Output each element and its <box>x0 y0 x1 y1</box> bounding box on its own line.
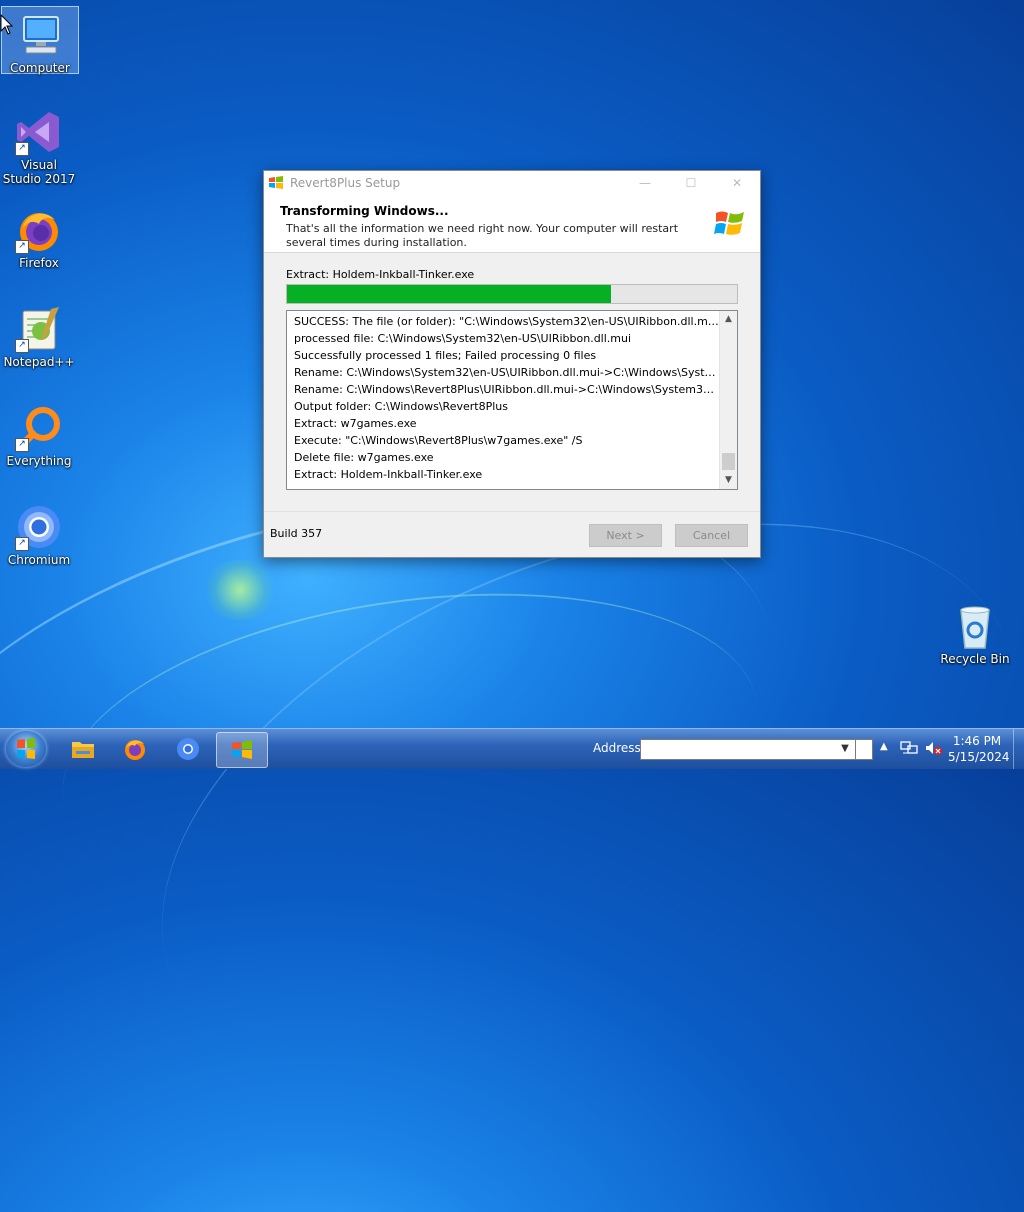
desktop-icon-visual-studio[interactable]: ↗ Visual Studio 2017 <box>1 104 77 186</box>
scroll-down-icon[interactable]: ▼ <box>720 472 737 489</box>
log-line: Execute: "C:\Windows\Revert8Plus\w7games… <box>294 434 583 447</box>
desktop-icon-label: Everything <box>6 454 72 468</box>
taskbar-setup-window[interactable] <box>216 732 268 768</box>
close-button[interactable]: ✕ <box>714 176 760 190</box>
notepad-plus-plus-icon: ↗ <box>15 305 63 353</box>
desktop-icon-label: Visual Studio 2017 <box>2 158 76 186</box>
taskbar-firefox[interactable] <box>110 732 160 766</box>
desktop-icon-everything[interactable]: ↗ Everything <box>1 400 77 468</box>
log-line: Output folder: C:\Windows\Revert8Plus <box>294 400 508 413</box>
taskbar: Address ▼ ▲ 1:46 PM 5/15/2024 <box>0 728 1024 769</box>
log-line: Rename: C:\Windows\System32\en-US\UIRibb… <box>294 366 719 379</box>
network-icon[interactable] <box>900 740 918 756</box>
computer-icon <box>16 11 64 59</box>
clock-time: 1:46 PM <box>952 734 1002 748</box>
log-line: SUCCESS: The file (or folder): "C:\Windo… <box>294 315 719 328</box>
log-line: Extract: w7games.exe <box>294 417 417 430</box>
clock-date: 5/15/2024 <box>948 750 1010 764</box>
show-hidden-icons-button[interactable]: ▲ <box>880 741 888 752</box>
windows-flag-icon <box>232 740 252 759</box>
log-line: Rename: C:\Windows\Revert8Plus\UIRibbon.… <box>294 383 719 396</box>
desktop-icon-firefox[interactable]: ↗ Firefox <box>1 202 77 270</box>
setup-dialog: Revert8Plus Setup — ☐ ✕ Transforming Win… <box>263 170 761 558</box>
mouse-cursor-icon <box>0 14 14 35</box>
start-button[interactable] <box>6 731 46 767</box>
log-scrollbar[interactable]: ▲ ▼ <box>719 311 737 489</box>
desktop-icon-notepad-plus-plus[interactable]: ↗ Notepad++ <box>1 301 77 369</box>
chevron-down-icon[interactable]: ▼ <box>837 741 853 757</box>
system-clock[interactable]: 1:46 PM 5/15/2024 <box>948 733 1010 765</box>
windows-start-icon <box>17 738 35 759</box>
minimize-button[interactable]: — <box>622 176 668 190</box>
recycle-bin-icon <box>951 602 999 650</box>
windows-logo-icon <box>714 211 744 235</box>
folder-icon <box>72 742 94 758</box>
dialog-header: Transforming Windows... That's all the i… <box>264 195 760 253</box>
chromium-icon: ↗ <box>15 503 63 551</box>
build-label: Build 357 <box>270 527 323 540</box>
dialog-footer: Build 357 Next > Cancel <box>264 511 760 558</box>
show-desktop-button[interactable] <box>1013 729 1024 769</box>
desktop-icon-label: Recycle Bin <box>940 652 1010 666</box>
header-subtitle: That's all the information we need right… <box>286 222 679 249</box>
wallpaper-glow <box>200 560 280 620</box>
address-toolbar-label: Address <box>593 741 641 755</box>
firefox-icon <box>125 740 145 760</box>
desktop-icon-label: Notepad++ <box>3 355 75 369</box>
maximize-button[interactable]: ☐ <box>668 176 714 190</box>
dialog-titlebar[interactable]: Revert8Plus Setup — ☐ ✕ <box>264 171 760 195</box>
scroll-thumb[interactable] <box>722 453 735 470</box>
volume-muted-icon[interactable] <box>924 740 942 756</box>
log-line: Successfully processed 1 files; Failed p… <box>294 349 597 362</box>
desktop-icon-label: Computer <box>10 61 70 75</box>
firefox-icon: ↗ <box>15 206 63 254</box>
desktop-icon-recycle-bin[interactable]: Recycle Bin <box>937 598 1013 666</box>
progress-status-text: Extract: Holdem-Inkball-Tinker.exe <box>286 268 475 281</box>
desktop-icon-label: Firefox <box>19 256 59 270</box>
desktop-icon-chromium[interactable]: ↗ Chromium <box>1 499 77 567</box>
install-progress-bar <box>286 284 738 304</box>
log-line: Extract: Holdem-Inkball-Tinker.exe <box>294 468 483 481</box>
everything-search-icon: ↗ <box>15 404 63 452</box>
next-button[interactable]: Next > <box>589 524 662 547</box>
scroll-up-icon[interactable]: ▲ <box>720 311 737 328</box>
progress-fill <box>287 285 611 303</box>
log-line: processed file: C:\Windows\System32\en-U… <box>294 332 632 345</box>
address-input[interactable]: ▼ <box>640 739 856 760</box>
header-title: Transforming Windows... <box>280 204 449 218</box>
desktop-icon-label: Chromium <box>7 553 71 567</box>
taskbar-chromium[interactable] <box>163 732 213 766</box>
log-line: Delete file: w7games.exe <box>294 451 434 464</box>
taskbar-file-explorer[interactable] <box>58 732 108 766</box>
visual-studio-icon: ↗ <box>15 108 63 156</box>
windows-flag-icon <box>269 176 283 189</box>
log-lines: SUCCESS: The file (or folder): "C:\Windo… <box>287 313 719 489</box>
install-log-list[interactable]: SUCCESS: The file (or folder): "C:\Windo… <box>286 310 738 490</box>
dialog-title: Revert8Plus Setup <box>290 176 401 190</box>
chromium-icon <box>177 738 199 760</box>
cancel-button[interactable]: Cancel <box>675 524 748 547</box>
address-go-button[interactable] <box>855 739 873 760</box>
